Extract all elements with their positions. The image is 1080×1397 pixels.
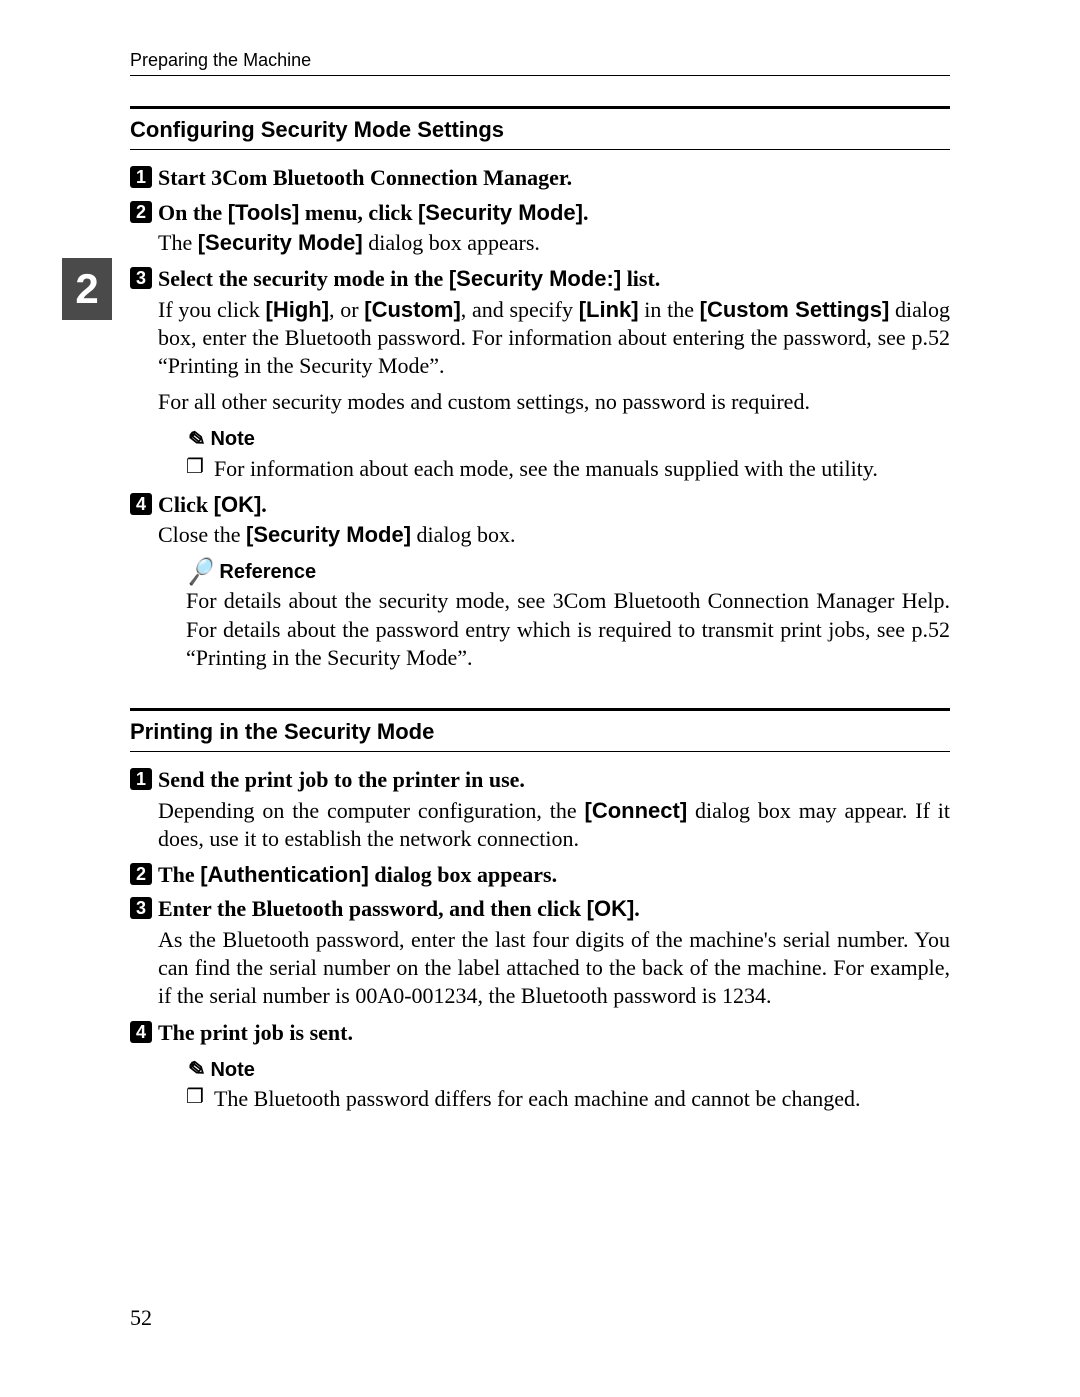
body-text: Depending on the computer configuration,… <box>158 798 585 823</box>
step-1-sec2: 1 Send the print job to the printer in u… <box>158 766 950 853</box>
step-text: Select the security mode in the <box>158 266 449 291</box>
ui-ref-ok: [OK] <box>214 492 262 517</box>
ui-ref-link: [Link] <box>579 297 639 322</box>
heading-printing-in-security-mode: Printing in the Security Mode <box>130 708 950 752</box>
step-3-sec1: 3 Select the security mode in the [Secur… <box>158 265 950 482</box>
pencil-icon: ✎ <box>183 1055 208 1085</box>
step-2-sec2: 2 The [Authentication] dialog box appear… <box>158 861 950 890</box>
note-label-text: Note <box>210 428 254 451</box>
body-text: For all other security modes and custom … <box>158 388 950 416</box>
step-text: Send the print job to the printer in use… <box>158 767 525 792</box>
step-3-sec2: 3 Enter the Bluetooth password, and then… <box>158 895 950 1010</box>
magnifier-icon: 🔎 <box>183 556 216 588</box>
step-number-icon: 3 <box>130 897 152 919</box>
running-header: Preparing the Machine <box>130 50 950 76</box>
note-item: For information about each mode, see the… <box>214 455 950 483</box>
ui-ref-security-mode: [Security Mode] <box>198 230 363 255</box>
ui-ref-tools: [Tools] <box>228 200 300 225</box>
step-number-icon: 2 <box>130 863 152 885</box>
step-text: . <box>634 896 640 921</box>
step-text: The <box>158 862 200 887</box>
body-text: in the <box>639 297 700 322</box>
bullet-icon: ❐ <box>186 1085 204 1111</box>
ui-ref-ok: [OK] <box>587 896 635 921</box>
step-text: The print job is sent. <box>158 1020 353 1045</box>
document-page: Preparing the Machine 2 Configuring Secu… <box>0 0 1080 1397</box>
step-number-icon: 1 <box>130 768 152 790</box>
reference-label-text: Reference <box>219 561 316 584</box>
step-number-icon: 4 <box>130 1021 152 1043</box>
step-text: list. <box>621 266 660 291</box>
note-label: ✎ Note <box>186 427 950 453</box>
ui-ref-custom: [Custom] <box>364 297 461 322</box>
body-text: The <box>158 230 198 255</box>
step-text: Click <box>158 492 214 517</box>
bullet-icon: ❐ <box>186 455 204 481</box>
step-number-icon: 2 <box>130 201 152 223</box>
step-text: Start 3Com Bluetooth Connection Manager. <box>158 165 572 190</box>
ui-ref-security-mode-list: [Security Mode:] <box>449 266 621 291</box>
ui-ref-authentication: [Authentication] <box>200 862 369 887</box>
body-text: dialog box appears. <box>363 230 540 255</box>
content-area: Configuring Security Mode Settings 1 Sta… <box>130 100 950 1121</box>
ui-ref-security-mode: [Security Mode] <box>418 200 583 225</box>
ui-ref-custom-settings: [Custom Settings] <box>700 297 890 322</box>
step-4-sec2: 4 The print job is sent. ✎ Note ❐ The Bl… <box>158 1019 950 1114</box>
step-number-icon: 3 <box>130 267 152 289</box>
ui-ref-security-mode: [Security Mode] <box>246 522 411 547</box>
reference-label: 🔎 Reference <box>186 559 950 585</box>
section-tab: 2 <box>62 258 112 320</box>
body-text: Close the <box>158 522 246 547</box>
step-text: Enter the Bluetooth password, and then c… <box>158 896 587 921</box>
step-2-sec1: 2 On the [Tools] menu, click [Security M… <box>158 199 950 258</box>
page-number: 52 <box>130 1305 152 1331</box>
note-label: ✎ Note <box>186 1057 950 1083</box>
step-text: On the <box>158 200 228 225</box>
note-item: The Bluetooth password differs for each … <box>214 1085 950 1113</box>
heading-configuring-security-mode: Configuring Security Mode Settings <box>130 106 950 150</box>
step-number-icon: 4 <box>130 493 152 515</box>
step-text: menu, click <box>299 200 418 225</box>
reference-text: For details about the security mode, see… <box>186 587 950 671</box>
ui-ref-high: [High] <box>266 297 330 322</box>
step-text: . <box>583 200 589 225</box>
body-text: , and specify <box>461 297 579 322</box>
body-text: dialog box. <box>411 522 516 547</box>
body-text: , or <box>329 297 364 322</box>
step-text: dialog box appears. <box>369 862 557 887</box>
note-label-text: Note <box>210 1059 254 1082</box>
step-number-icon: 1 <box>130 166 152 188</box>
step-4-sec1: 4 Click [OK]. Close the [Security Mode] … <box>158 491 950 672</box>
step-1-sec1: 1 Start 3Com Bluetooth Connection Manage… <box>158 164 950 193</box>
ui-ref-connect: [Connect] <box>585 798 688 823</box>
pencil-icon: ✎ <box>183 425 208 455</box>
body-text: As the Bluetooth password, enter the las… <box>158 926 950 1010</box>
step-text: . <box>261 492 267 517</box>
body-text: If you click <box>158 297 266 322</box>
